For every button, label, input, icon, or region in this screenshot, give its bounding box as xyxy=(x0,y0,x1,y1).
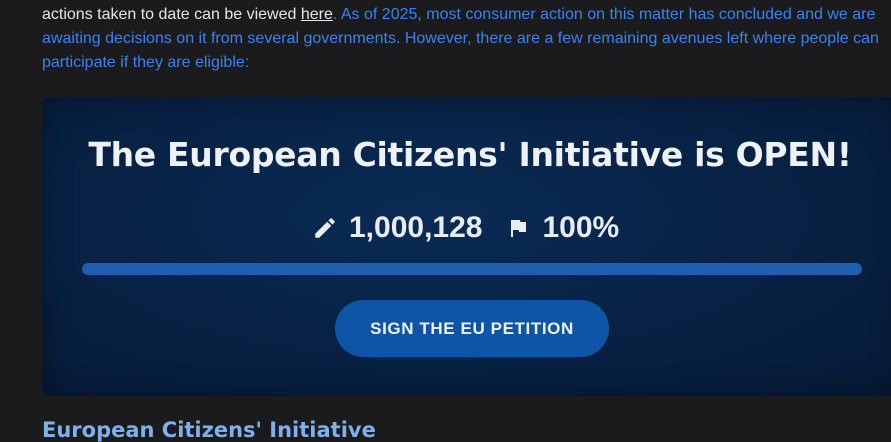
here-link[interactable]: here xyxy=(301,6,333,23)
goal-percent: 100% xyxy=(542,211,620,244)
banner-title: The European Citizens' Initiative is OPE… xyxy=(88,135,852,174)
signature-count: 1,000,128 xyxy=(349,211,483,244)
progress-bar xyxy=(82,263,862,275)
intro-line-3: participate if they are eligible: xyxy=(42,54,250,71)
intro-line-1-text: actions taken to date can be viewed xyxy=(42,6,301,23)
eci-banner: The European Citizens' Initiative is OPE… xyxy=(42,97,891,396)
intro-line-1-after: . As of 2025, most consumer action on th… xyxy=(332,6,876,23)
progress-fill xyxy=(82,263,862,275)
pencil-icon xyxy=(312,215,338,241)
sign-petition-button[interactable]: SIGN THE EU PETITION xyxy=(335,300,609,357)
flag-icon xyxy=(506,216,530,240)
section-heading: European Citizens' Initiative xyxy=(42,418,376,442)
intro-line-2: awaiting decisions on it from several go… xyxy=(42,30,879,47)
intro-line-1: actions taken to date can be viewed here… xyxy=(42,3,891,27)
intro-paragraph: actions taken to date can be viewed here… xyxy=(42,3,891,75)
petition-stats: 1,000,128 100% xyxy=(312,210,619,246)
